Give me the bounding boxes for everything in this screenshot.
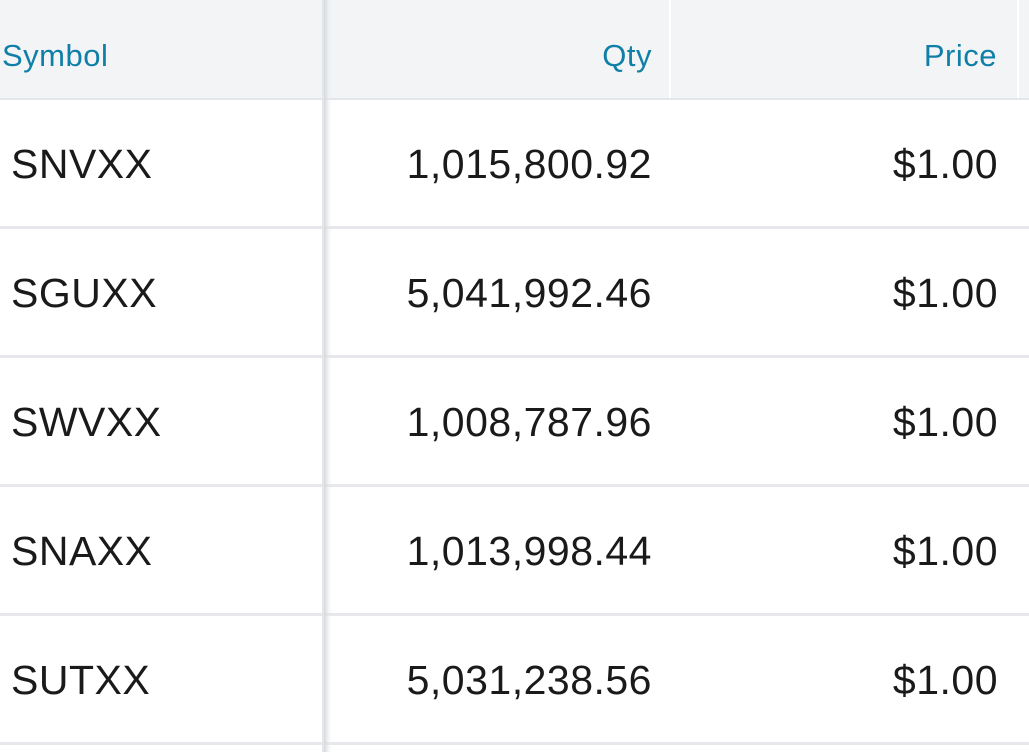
table-row[interactable]: SNVXX 1,015,800.92 $1.00 [0, 100, 1029, 229]
qty-cell: 1,008,787.96 [406, 399, 652, 445]
frozen-column-shadow [324, 0, 332, 752]
symbol-cell: SWVXX [11, 399, 162, 445]
price-cell: $1.00 [892, 657, 998, 703]
symbol-cell: SNAXX [11, 528, 153, 574]
table-row[interactable]: SGUXX 5,041,992.46 $1.00 [0, 229, 1029, 358]
qty-cell: 5,041,992.46 [406, 270, 652, 316]
table-header: Symbol Qty Price [0, 0, 1029, 100]
qty-cell: 1,013,998.44 [406, 528, 652, 574]
price-cell: $1.00 [892, 399, 998, 445]
price-cell: $1.00 [892, 141, 998, 187]
table-row[interactable]: SNAXX 1,013,998.44 $1.00 [0, 487, 1029, 616]
column-header-qty[interactable]: Qty [602, 0, 652, 100]
price-cell: $1.00 [892, 528, 998, 574]
table-row[interactable]: SUTXX 5,031,238.56 $1.00 [0, 616, 1029, 745]
symbol-cell: SUTXX [11, 657, 151, 703]
holdings-table: Symbol Qty Price SNVXX 1,015,800.92 $1.0… [0, 0, 1029, 752]
symbol-cell: SNVXX [11, 141, 153, 187]
column-header-symbol[interactable]: Symbol [2, 0, 108, 100]
qty-cell: 1,015,800.92 [406, 141, 652, 187]
symbol-cell: SGUXX [11, 270, 158, 316]
table-row[interactable]: SWVXX 1,008,787.96 $1.00 [0, 358, 1029, 487]
qty-cell: 5,031,238.56 [406, 657, 652, 703]
column-divider [1017, 0, 1019, 98]
column-header-price[interactable]: Price [924, 0, 997, 100]
column-divider [669, 0, 671, 98]
price-cell: $1.00 [892, 270, 998, 316]
